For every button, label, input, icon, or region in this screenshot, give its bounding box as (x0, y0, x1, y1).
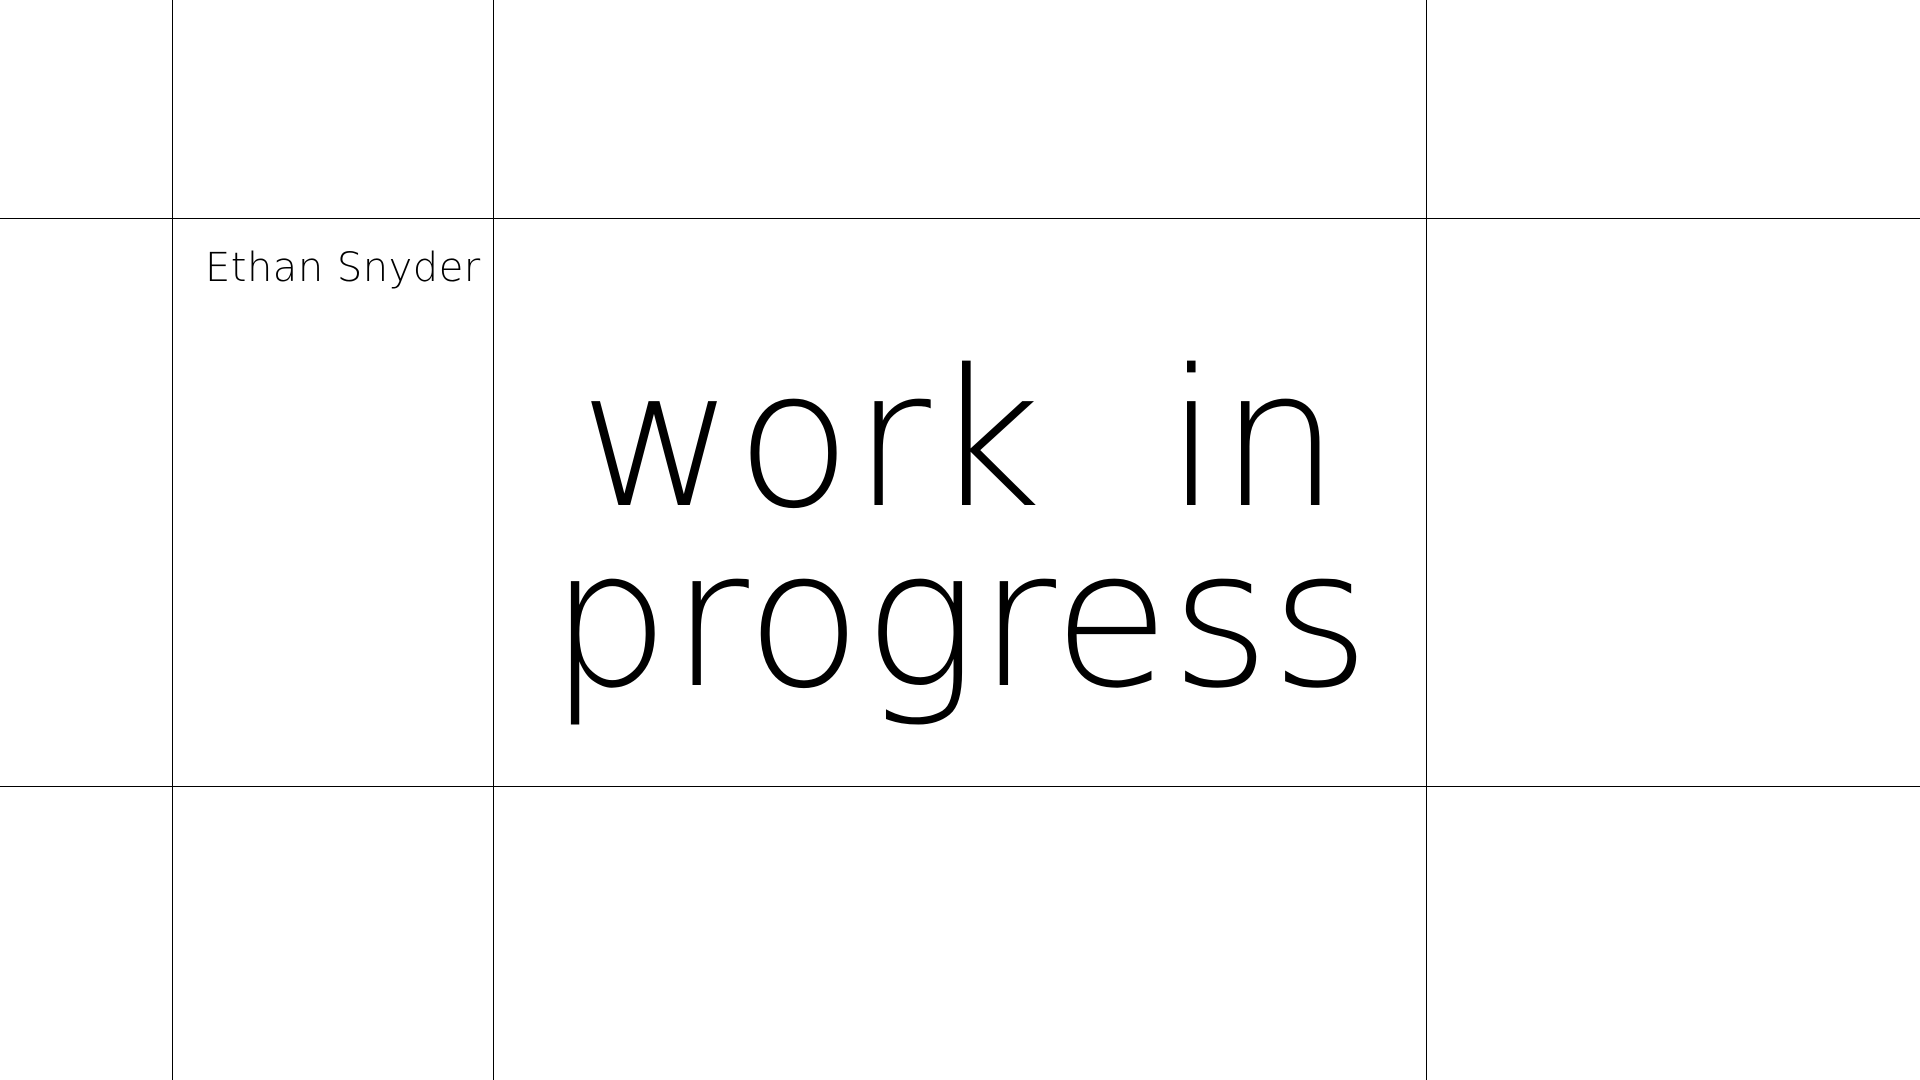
grid-line-vertical-3 (1426, 0, 1427, 1080)
headline-line-1: work in (579, 329, 1341, 550)
headline-line-2: progress (549, 509, 1371, 730)
headline: work in progress (494, 329, 1426, 730)
grid-line-vertical-1 (172, 0, 173, 1080)
author-name: Ethan Snyder (205, 245, 481, 291)
grid-line-horizontal-1 (0, 218, 1920, 219)
grid-line-horizontal-2 (0, 786, 1920, 787)
